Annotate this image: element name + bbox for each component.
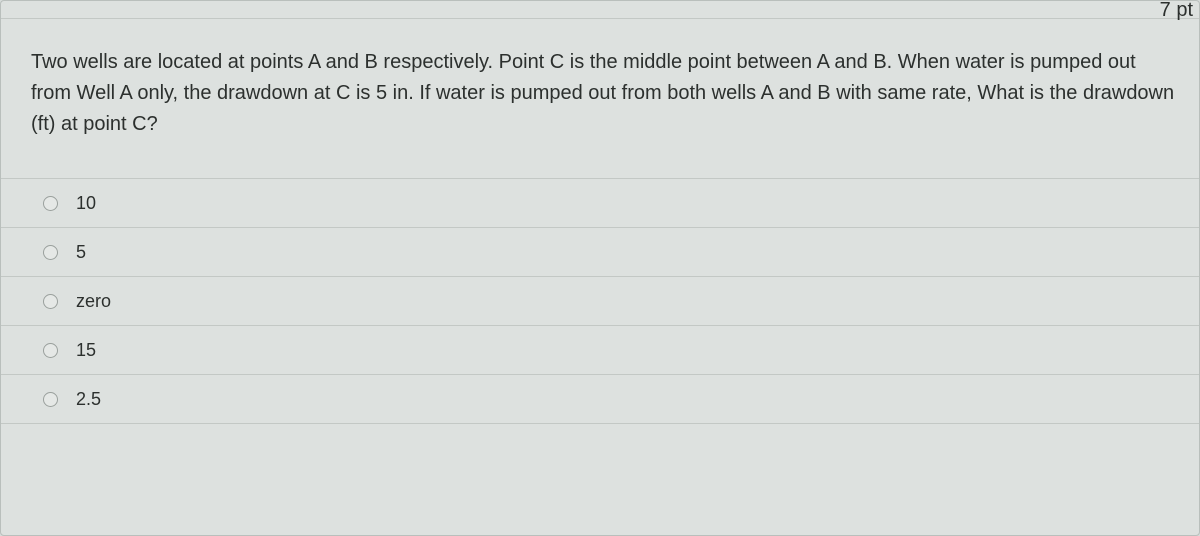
question-card: 7 pt Two wells are located at points A a…	[0, 0, 1200, 536]
option-row[interactable]: 5	[1, 228, 1199, 277]
option-label: 15	[76, 340, 1199, 361]
option-label: 2.5	[76, 389, 1199, 410]
option-label: zero	[76, 291, 1199, 312]
option-row[interactable]: 15	[1, 326, 1199, 375]
question-header: 7 pt	[1, 1, 1199, 19]
options-list: 10 5 zero 15 2.5	[1, 178, 1199, 424]
option-label: 10	[76, 193, 1199, 214]
radio-icon[interactable]	[43, 294, 58, 309]
radio-icon[interactable]	[43, 392, 58, 407]
option-label: 5	[76, 242, 1199, 263]
radio-icon[interactable]	[43, 245, 58, 260]
radio-icon[interactable]	[43, 196, 58, 211]
option-row[interactable]: 2.5	[1, 375, 1199, 424]
option-row[interactable]: 10	[1, 179, 1199, 228]
radio-icon[interactable]	[43, 343, 58, 358]
points-label: 7 pt	[1160, 0, 1193, 22]
option-row[interactable]: zero	[1, 277, 1199, 326]
question-text: Two wells are located at points A and B …	[1, 19, 1199, 160]
